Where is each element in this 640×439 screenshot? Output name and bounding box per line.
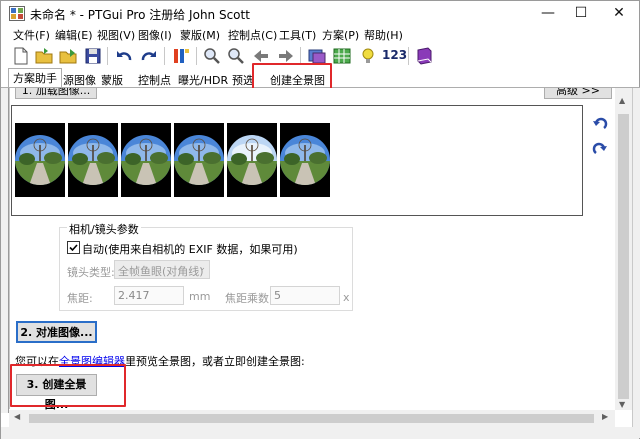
menu-tools[interactable]: 工具(T) xyxy=(279,27,316,43)
focal-multiplier-input[interactable]: 5 xyxy=(270,286,340,305)
menu-image[interactable]: 图像(I) xyxy=(138,27,172,43)
save-icon[interactable] xyxy=(83,46,103,66)
status-bar xyxy=(1,427,639,439)
thumbnail-image[interactable] xyxy=(280,123,330,197)
table-icon[interactable] xyxy=(332,46,352,66)
window-title: 未命名 * - PTGui Pro 注册给 John Scott xyxy=(30,8,250,22)
thumbnail-image[interactable] xyxy=(15,123,65,197)
tab-masks[interactable]: 蒙版 xyxy=(96,70,128,88)
redo-icon[interactable] xyxy=(139,46,159,66)
fisheye-photo xyxy=(174,123,224,197)
ptgui-app-icon xyxy=(9,6,25,21)
undo-icon[interactable] xyxy=(114,46,134,66)
menu-bar: 文件(F) 编辑(E) 视图(V) 图像(I) 蒙版(M) 控制点(C) 工具(… xyxy=(1,26,639,44)
checkmark-icon xyxy=(69,244,78,252)
thumbnail-image[interactable] xyxy=(227,123,277,197)
tab-project-assistant[interactable]: 方案助手 xyxy=(8,68,62,88)
menu-file[interactable]: 文件(F) xyxy=(13,27,50,43)
toolbar-separator xyxy=(408,47,409,65)
auto-exif-label: 自动(使用来自相机的 EXIF 数据，如果可用) xyxy=(82,243,298,256)
open-folder-icon[interactable] xyxy=(34,46,54,66)
scroll-up-icon[interactable]: ▲ xyxy=(619,96,625,105)
tab-source-images[interactable]: 源图像 xyxy=(58,70,101,88)
tab-exposure-hdr[interactable]: 曝光/HDR xyxy=(173,70,233,88)
right-margin xyxy=(632,88,640,438)
load-images-button[interactable]: 1. 加载图像... xyxy=(15,88,97,99)
menu-edit[interactable]: 编辑(E) xyxy=(55,27,93,43)
horizontal-scroll-thumb[interactable] xyxy=(29,414,594,423)
new-file-icon[interactable] xyxy=(11,46,31,66)
lens-type-label: 镜头类型: xyxy=(67,266,115,279)
rotate-right-icon[interactable] xyxy=(592,141,608,157)
lightbulb-icon[interactable] xyxy=(358,46,378,66)
maximize-button[interactable]: ☐ xyxy=(563,1,599,26)
scroll-left-icon[interactable]: ◀ xyxy=(14,412,20,421)
thumbnail-image[interactable] xyxy=(121,123,171,197)
focal-length-label: 焦距: xyxy=(67,292,93,305)
minimize-button[interactable]: — xyxy=(530,1,566,26)
rotate-left-icon[interactable] xyxy=(592,116,608,132)
zoom-out-icon[interactable] xyxy=(226,46,246,66)
left-margin xyxy=(1,88,9,413)
vertical-scroll-thumb[interactable] xyxy=(618,114,629,399)
scroll-right-icon[interactable]: ▶ xyxy=(602,412,608,421)
menu-view[interactable]: 视图(V) xyxy=(97,27,135,43)
menu-help[interactable]: 帮助(H) xyxy=(364,27,403,43)
close-button[interactable]: ✕ xyxy=(601,1,637,26)
title-bar[interactable]: 未命名 * - PTGui Pro 注册给 John Scott — ☐ ✕ xyxy=(1,1,639,26)
focal-length-input[interactable]: 2.417 xyxy=(114,286,184,305)
fisheye-photo xyxy=(227,123,277,197)
advanced-button[interactable]: 高级 >> xyxy=(544,88,612,99)
focal-unit-label: mm xyxy=(189,290,211,303)
scroll-down-icon[interactable]: ▼ xyxy=(619,400,625,409)
tools-icon[interactable] xyxy=(171,46,191,66)
menu-control-points[interactable]: 控制点(C) xyxy=(228,27,277,43)
app-window: 未命名 * - PTGui Pro 注册给 John Scott — ☐ ✕ 文… xyxy=(0,0,640,439)
thumbnail-image[interactable] xyxy=(174,123,224,197)
zoom-in-icon[interactable] xyxy=(202,46,222,66)
info-suffix: 里预览全景图，或者立即创建全景图: xyxy=(125,355,305,368)
align-images-button[interactable]: 2. 对准图像... xyxy=(16,321,97,343)
toolbar-separator xyxy=(107,47,108,65)
lens-type-select[interactable]: 全帧鱼眼(对角线) ⌄ xyxy=(114,260,210,279)
fisheye-photo xyxy=(68,123,118,197)
fisheye-photo xyxy=(121,123,171,197)
fisheye-photo xyxy=(15,123,65,197)
tab-control-points[interactable]: 控制点 xyxy=(133,70,176,88)
toolbar-separator xyxy=(196,47,197,65)
counter-label[interactable]: 123 xyxy=(382,48,407,62)
fisheye-photo xyxy=(280,123,330,197)
menu-mask[interactable]: 蒙版(M) xyxy=(180,27,220,43)
toolbar-separator xyxy=(164,47,165,65)
focal-multiplier-label: 焦距乘数: xyxy=(225,292,273,305)
auto-exif-checkbox[interactable] xyxy=(67,241,80,254)
lens-group-title: 相机/镜头参数 xyxy=(67,221,141,237)
book-icon[interactable] xyxy=(414,46,434,66)
multiplier-unit-label: x xyxy=(343,291,350,304)
thumbnail-image[interactable] xyxy=(68,123,118,197)
open-recent-icon[interactable] xyxy=(58,46,78,66)
menu-project[interactable]: 方案(P) xyxy=(322,27,359,43)
lens-type-value: 全帧鱼眼(对角线) xyxy=(118,265,204,278)
chevron-down-icon: ⌄ xyxy=(198,263,206,273)
image-thumbnail-panel xyxy=(11,105,583,216)
create-button-highlight-box xyxy=(10,364,126,407)
